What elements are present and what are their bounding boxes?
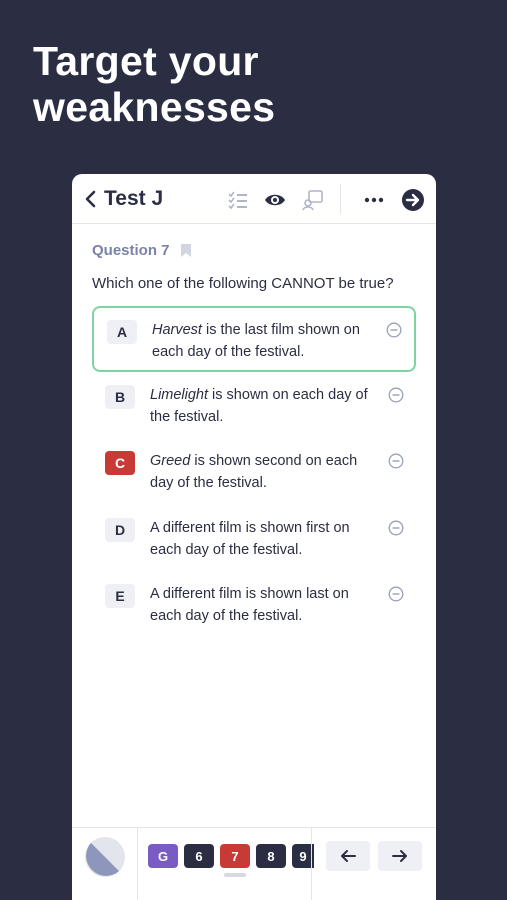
headline-line-2: weaknesses — [33, 84, 276, 130]
choice-letter: D — [105, 518, 135, 542]
checklist-icon[interactable] — [226, 188, 250, 212]
eliminate-icon[interactable] — [386, 322, 402, 338]
bottom-divider — [137, 828, 138, 900]
eliminate-icon[interactable] — [388, 453, 404, 469]
question-jump-button[interactable]: 6 — [184, 844, 214, 868]
toolbar-divider — [340, 184, 341, 214]
choice-text: Harvest is the last film shown on each d… — [152, 322, 360, 360]
top-bar: Test J — [72, 174, 436, 224]
choice-letter: A — [107, 320, 137, 344]
next-question-button[interactable] — [378, 841, 422, 871]
scroll-indicator[interactable] — [224, 873, 246, 877]
question-number: Question 7 — [92, 242, 170, 259]
bottom-bar: G 6 7 8 9 — [72, 827, 436, 900]
bottom-divider — [311, 828, 312, 900]
eliminate-icon[interactable] — [388, 520, 404, 536]
choice-text: Limelight is shown on each day of the fe… — [150, 387, 368, 425]
choice-letter: E — [105, 584, 135, 608]
choice-text: A different film is shown last on each d… — [150, 586, 349, 624]
question-jump-button[interactable]: 8 — [256, 844, 286, 868]
bookmark-icon[interactable] — [180, 243, 192, 258]
eliminate-icon[interactable] — [388, 387, 404, 403]
question-navigator: G 6 7 8 9 — [148, 844, 314, 868]
answer-choice-b[interactable]: B Limelight is shown on each day of the … — [92, 373, 416, 439]
answer-choice-c[interactable]: C Greed is shown second on each day of t… — [92, 439, 416, 505]
arrow-right-circle-icon[interactable] — [401, 188, 425, 212]
choice-text: A different film is shown first on each … — [150, 520, 350, 558]
arrow-left-icon — [341, 850, 356, 862]
eliminate-icon[interactable] — [388, 586, 404, 602]
choice-letter: B — [105, 385, 135, 409]
choice-text: Greed is shown second on each day of the… — [150, 453, 358, 491]
back-button[interactable]: Test J — [84, 187, 163, 211]
app-screen: Test J Question 7 Which one of the follo… — [72, 174, 436, 900]
answer-choice-d[interactable]: D A different film is shown first on eac… — [92, 506, 416, 572]
answer-choice-a[interactable]: A Harvest is the last film shown on each… — [92, 306, 416, 372]
annotate-icon[interactable] — [301, 188, 325, 212]
headline-line-1: Target your — [33, 38, 259, 84]
answer-choice-e[interactable]: E A different film is shown last on each… — [92, 572, 416, 638]
previous-question-button[interactable] — [326, 841, 370, 871]
test-title: Test J — [104, 187, 164, 210]
question-jump-button[interactable]: 7 — [220, 844, 250, 868]
timer-pie-icon[interactable] — [84, 836, 126, 878]
chevron-left-icon — [85, 190, 96, 208]
arrow-right-icon — [392, 850, 407, 862]
headline: Target your weaknesses — [33, 38, 275, 130]
more-icon[interactable] — [362, 188, 386, 212]
question-prompt: Which one of the following CANNOT be tru… — [92, 275, 394, 292]
choice-letter: C — [105, 451, 135, 475]
eye-icon[interactable] — [263, 188, 287, 212]
question-jump-button[interactable]: G — [148, 844, 178, 868]
